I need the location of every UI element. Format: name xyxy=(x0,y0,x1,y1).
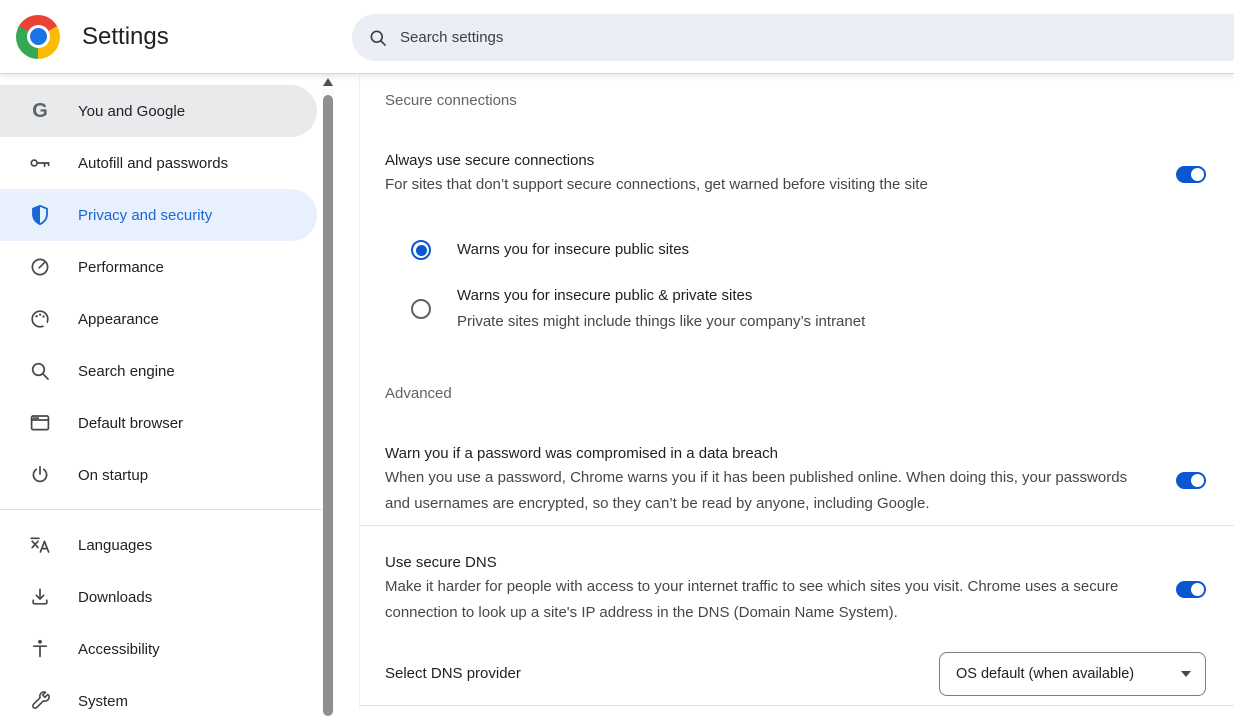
sidebar-item-label: Autofill and passwords xyxy=(78,155,228,172)
warn-public-radio-label: Warns you for insecure public sites xyxy=(457,237,689,263)
settings-sidebar: G You and Google Autofill and passwords … xyxy=(0,73,359,710)
sidebar-item-label: Search engine xyxy=(78,363,175,380)
shield-icon xyxy=(28,203,52,227)
browser-window-icon xyxy=(28,411,52,435)
warn-public-private-radio-row[interactable]: Warns you for insecure public & private … xyxy=(411,283,1234,335)
power-icon xyxy=(28,463,52,487)
sidebar-item-performance[interactable]: Performance xyxy=(0,241,317,293)
dns-provider-select[interactable]: OS default (when available) xyxy=(939,652,1206,696)
scrollbar-up-arrow[interactable] xyxy=(323,78,333,86)
chevron-down-icon xyxy=(1181,671,1191,677)
warn-public-private-radio-description: Private sites might include things like … xyxy=(457,309,865,335)
chrome-logo-icon xyxy=(16,15,60,59)
section-header-secure-connections: Secure connections xyxy=(385,92,1234,110)
sidebar-item-default-browser[interactable]: Default browser xyxy=(0,397,317,449)
sidebar-item-appearance[interactable]: Appearance xyxy=(0,293,317,345)
sidebar-item-label: Accessibility xyxy=(78,641,160,658)
sidebar-item-languages[interactable]: Languages xyxy=(0,519,317,571)
key-icon xyxy=(28,151,52,175)
sidebar-item-label: Performance xyxy=(78,259,164,276)
speedometer-icon xyxy=(28,255,52,279)
sidebar-item-system[interactable]: System xyxy=(0,675,317,727)
password-breach-label: Warn you if a password was compromised i… xyxy=(385,443,1140,465)
sidebar-item-label: You and Google xyxy=(78,103,185,120)
palette-icon xyxy=(28,307,52,331)
sidebar-item-label: Appearance xyxy=(78,311,159,328)
warn-public-radio-row[interactable]: Warns you for insecure public sites xyxy=(411,237,1234,263)
warn-public-private-radio-label: Warns you for insecure public & private … xyxy=(457,283,865,309)
sidebar-item-label: System xyxy=(78,693,128,710)
wrench-icon xyxy=(28,689,52,713)
magnifier-icon xyxy=(28,359,52,383)
secure-dns-toggle[interactable] xyxy=(1176,581,1206,598)
secure-dns-row: Use secure DNS Make it harder for people… xyxy=(385,552,1206,626)
search-bar[interactable] xyxy=(352,14,1234,61)
secure-dns-label: Use secure DNS xyxy=(385,552,1140,574)
sidebar-item-accessibility[interactable]: Accessibility xyxy=(0,623,317,675)
sidebar-item-you-and-google[interactable]: G You and Google xyxy=(0,85,317,137)
scrollbar-thumb[interactable] xyxy=(323,95,333,716)
app-header: Settings xyxy=(0,0,1234,73)
sidebar-scrollbar xyxy=(322,73,334,710)
sidebar-divider xyxy=(0,509,333,510)
dns-provider-row: Select DNS provider OS default (when ava… xyxy=(385,652,1206,696)
google-g-icon: G xyxy=(28,99,52,123)
sidebar-item-label: On startup xyxy=(78,467,148,484)
warn-public-radio[interactable] xyxy=(411,240,431,260)
sidebar-item-search-engine[interactable]: Search engine xyxy=(0,345,317,397)
section-header-advanced: Advanced xyxy=(385,385,1234,403)
sidebar-item-label: Languages xyxy=(78,537,152,554)
translate-icon xyxy=(28,533,52,557)
always-use-secure-label: Always use secure connections xyxy=(385,150,1140,172)
sidebar-item-label: Downloads xyxy=(78,589,152,606)
warn-options-group: Warns you for insecure public sites Warn… xyxy=(411,237,1234,335)
warn-public-private-radio[interactable] xyxy=(411,299,431,319)
password-breach-row: Warn you if a password was compromised i… xyxy=(385,443,1206,517)
page-title: Settings xyxy=(82,23,169,51)
dns-provider-selected-value: OS default (when available) xyxy=(956,666,1181,682)
secure-dns-description: Make it harder for people with access to… xyxy=(385,574,1140,626)
always-use-secure-toggle[interactable] xyxy=(1176,166,1206,183)
search-input[interactable] xyxy=(398,28,1098,47)
content-divider xyxy=(360,705,1234,706)
sidebar-item-downloads[interactable]: Downloads xyxy=(0,571,317,623)
sidebar-item-autofill-and-passwords[interactable]: Autofill and passwords xyxy=(0,137,317,189)
password-breach-toggle[interactable] xyxy=(1176,472,1206,489)
settings-content: Secure connections Always use secure con… xyxy=(359,73,1234,710)
always-use-secure-description: For sites that don’t support secure conn… xyxy=(385,172,1140,198)
sidebar-item-privacy-and-security[interactable]: Privacy and security xyxy=(0,189,317,241)
accessibility-icon xyxy=(28,637,52,661)
always-use-secure-row: Always use secure connections For sites … xyxy=(385,150,1206,198)
search-icon xyxy=(368,28,388,48)
download-icon xyxy=(28,585,52,609)
password-breach-description: When you use a password, Chrome warns yo… xyxy=(385,465,1140,517)
sidebar-item-label: Default browser xyxy=(78,415,183,432)
sidebar-item-on-startup[interactable]: On startup xyxy=(0,449,317,501)
sidebar-item-label: Privacy and security xyxy=(78,207,212,224)
content-divider xyxy=(360,525,1234,526)
dns-provider-label: Select DNS provider xyxy=(385,663,903,685)
